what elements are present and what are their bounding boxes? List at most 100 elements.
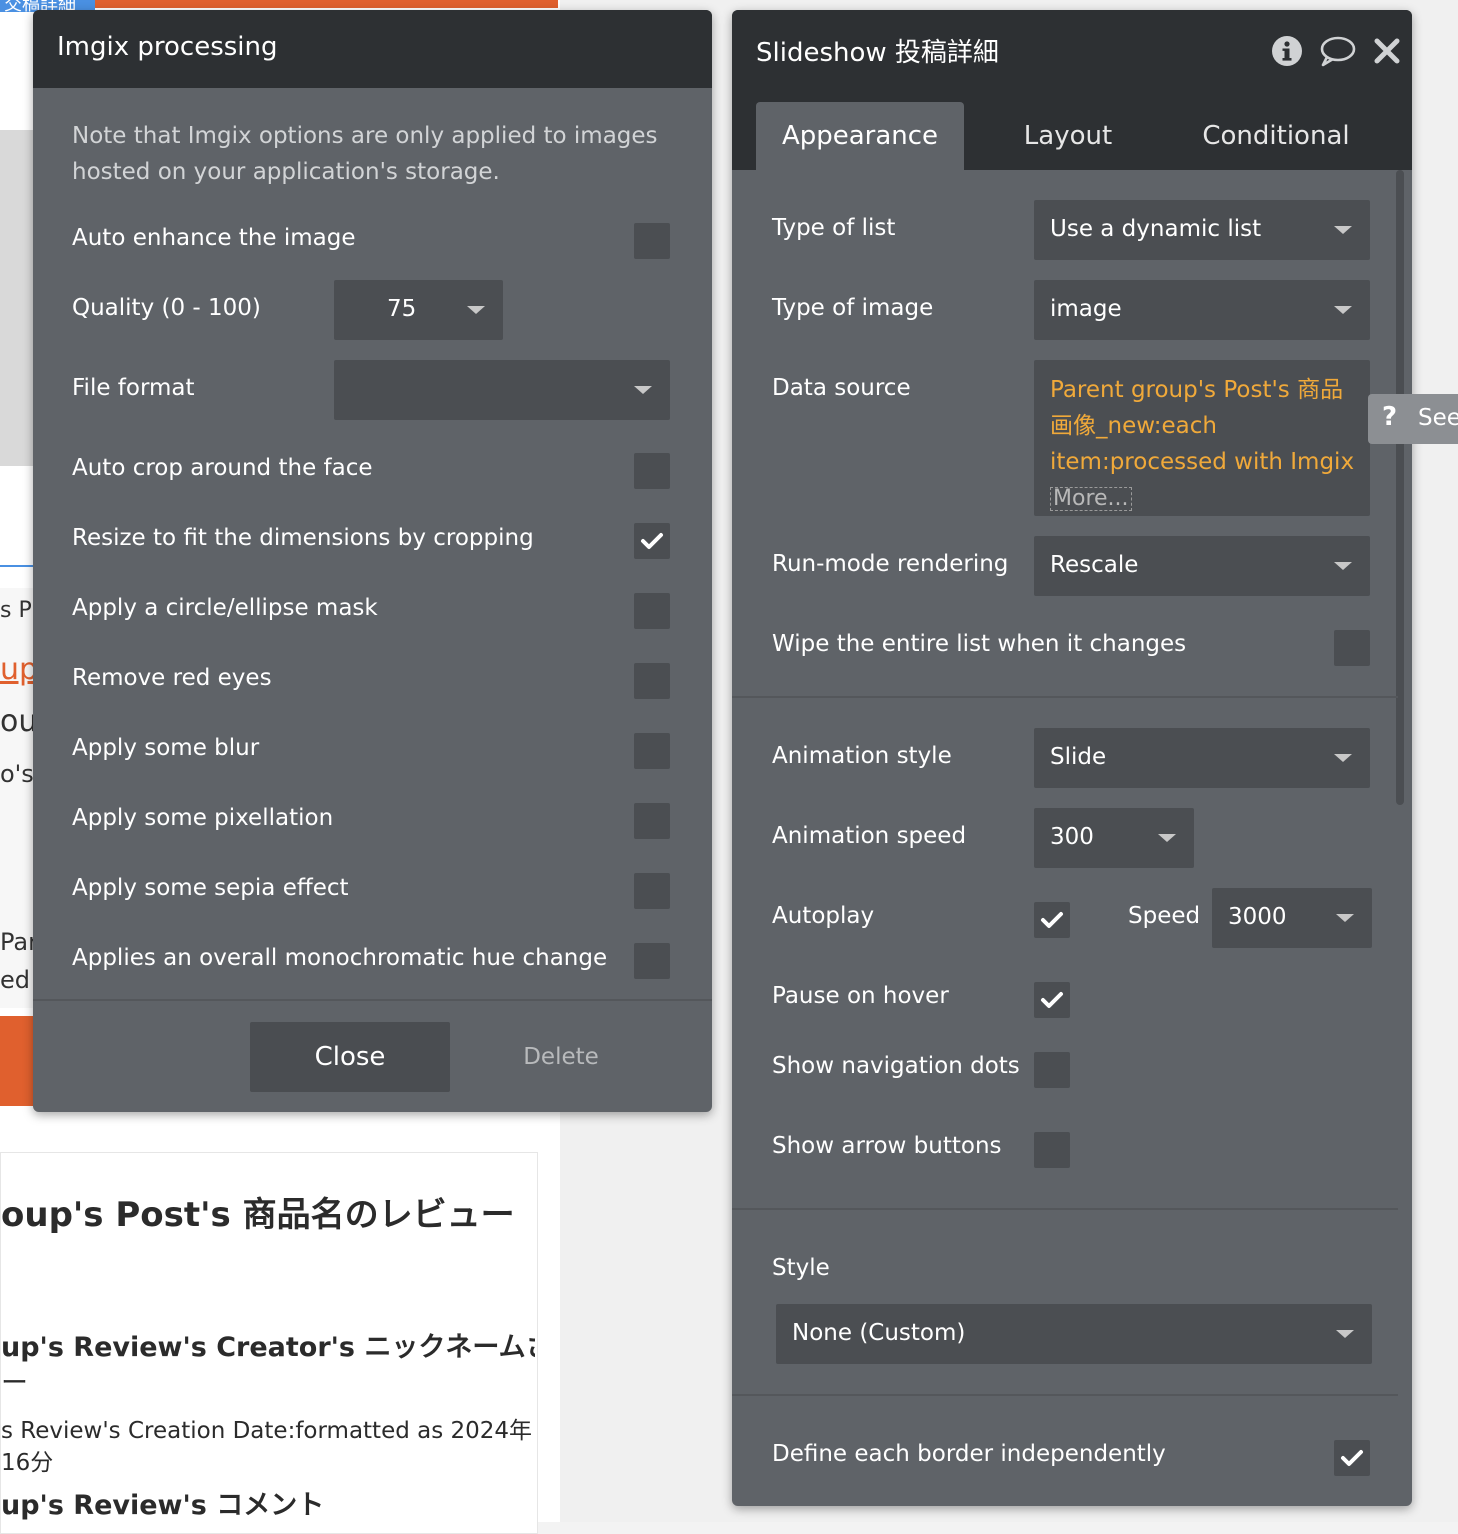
pause-hover-label: Pause on hover — [772, 983, 949, 1009]
nav-dots-label: Show navigation dots — [772, 1053, 1020, 1079]
wipe-list-checkbox[interactable] — [1334, 630, 1370, 666]
autoplay-checkbox[interactable] — [1034, 902, 1070, 938]
arrow-buttons-label: Show arrow buttons — [772, 1133, 1002, 1159]
pixellation-label: Apply some pixellation — [72, 805, 334, 831]
animation-style-value: Slide — [1050, 744, 1107, 770]
chevron-down-icon — [1334, 226, 1352, 234]
wipe-list-label: Wipe the entire list when it changes — [772, 631, 1187, 657]
define-border-label: Define each border independently — [772, 1441, 1166, 1467]
run-mode-label: Run-mode rendering — [772, 551, 1009, 577]
imgix-panel-title: Imgix processing — [57, 32, 278, 62]
section-divider — [732, 1208, 1398, 1210]
see-reference-tab[interactable]: ? See — [1368, 394, 1458, 444]
animation-style-label: Animation style — [772, 743, 952, 769]
delete-button[interactable]: Delete — [491, 1022, 631, 1092]
blur-checkbox[interactable] — [634, 733, 670, 769]
imgix-note: Note that Imgix options are only applied… — [72, 123, 658, 185]
checkmark-icon — [1041, 992, 1063, 1008]
style-value: None (Custom) — [792, 1320, 966, 1346]
red-eyes-label: Remove red eyes — [72, 665, 272, 691]
type-of-list-label: Type of list — [772, 215, 896, 241]
type-of-image-value: image — [1050, 296, 1122, 322]
section-divider — [732, 1394, 1398, 1396]
autoplay-speed-value: 3000 — [1228, 904, 1287, 930]
animation-speed-value: 300 — [1050, 824, 1094, 850]
chevron-down-icon — [1158, 834, 1176, 842]
animation-speed-dropdown[interactable]: 300 — [1034, 808, 1194, 868]
close-button[interactable]: Close — [250, 1022, 450, 1092]
style-label: Style — [772, 1255, 830, 1281]
quality-dropdown[interactable]: 75 — [334, 280, 503, 340]
circle-mask-label: Apply a circle/ellipse mask — [72, 595, 378, 621]
red-eyes-checkbox[interactable] — [634, 663, 670, 699]
nav-dots-checkbox[interactable] — [1034, 1052, 1070, 1088]
pixellation-checkbox[interactable] — [634, 803, 670, 839]
imgix-footer-divider — [33, 999, 712, 1001]
data-source-expression[interactable]: Parent group's Post's 商品画像_new:each item… — [1034, 360, 1370, 516]
autoplay-speed-label: Speed — [1128, 903, 1201, 929]
run-mode-value: Rescale — [1050, 552, 1139, 578]
see-label: See — [1418, 405, 1458, 431]
review-card-dash: ー — [1, 1368, 28, 1399]
close-icon[interactable] — [1370, 34, 1404, 68]
review-card-comment: up's Review's コメント — [1, 1490, 325, 1521]
chevron-down-icon — [467, 306, 485, 314]
chevron-down-icon — [1334, 306, 1352, 314]
review-card: oup's Post's 商品名のレビュー up's Review's Crea… — [0, 1152, 538, 1534]
auto-crop-checkbox[interactable] — [634, 453, 670, 489]
type-of-list-dropdown[interactable]: Use a dynamic list — [1034, 200, 1370, 260]
auto-enhance-checkbox[interactable] — [634, 223, 670, 259]
more-link[interactable]: More... — [1050, 487, 1132, 511]
checkmark-icon — [1341, 1450, 1363, 1466]
animation-speed-label: Animation speed — [772, 823, 967, 849]
autoplay-label: Autoplay — [772, 903, 875, 929]
sepia-label: Apply some sepia effect — [72, 875, 349, 901]
file-format-dropdown[interactable] — [334, 360, 670, 420]
imgix-panel-header[interactable]: Imgix processing — [33, 10, 712, 88]
hue-change-label: Applies an overall monochromatic hue cha… — [72, 945, 608, 971]
quality-label: Quality (0 - 100) — [72, 295, 261, 321]
animation-style-dropdown[interactable]: Slide — [1034, 728, 1370, 788]
tab-appearance[interactable]: Appearance — [756, 102, 964, 170]
chevron-down-icon — [1336, 1330, 1354, 1338]
define-border-checkbox[interactable] — [1334, 1440, 1370, 1476]
chevron-down-icon — [1334, 562, 1352, 570]
review-card-creator: up's Review's Creator's ニックネームさ — [1, 1332, 535, 1363]
review-card-time: 16分 — [1, 1450, 54, 1476]
imgix-processing-panel: Imgix processing Note that Imgix options… — [33, 10, 712, 1112]
tab-conditional[interactable]: Conditional — [1172, 102, 1380, 170]
comment-icon[interactable] — [1318, 34, 1356, 68]
tab-layout[interactable]: Layout — [972, 102, 1164, 170]
type-of-list-value: Use a dynamic list — [1050, 216, 1262, 242]
type-of-image-dropdown[interactable]: image — [1034, 280, 1370, 340]
review-card-title: oup's Post's 商品名のレビュー — [1, 1195, 515, 1235]
run-mode-dropdown[interactable]: Rescale — [1034, 536, 1370, 596]
file-format-label: File format — [72, 375, 195, 401]
question-icon: ? — [1382, 402, 1398, 432]
data-source-value: Parent group's Post's 商品画像_new:each item… — [1050, 372, 1360, 516]
property-tabs: Appearance Layout Conditional — [732, 88, 1412, 170]
hue-change-checkbox[interactable] — [634, 943, 670, 979]
data-source-text: Parent group's Post's 商品画像_new:each item… — [1050, 377, 1355, 475]
chevron-down-icon — [1334, 754, 1352, 762]
autoplay-speed-dropdown[interactable]: 3000 — [1212, 888, 1372, 948]
page-header-bar — [95, 0, 558, 8]
type-of-image-label: Type of image — [772, 295, 934, 321]
checkmark-icon — [1041, 912, 1063, 928]
checkmark-icon — [641, 533, 663, 549]
info-icon[interactable] — [1270, 34, 1304, 68]
pause-hover-checkbox[interactable] — [1034, 982, 1070, 1018]
section-divider — [732, 696, 1398, 698]
auto-enhance-label: Auto enhance the image — [72, 225, 356, 251]
slideshow-panel-header[interactable]: Slideshow 投稿詳細 — [732, 10, 1412, 88]
panel-scrollbar[interactable] — [1396, 170, 1404, 805]
circle-mask-checkbox[interactable] — [634, 593, 670, 629]
review-card-date: s Review's Creation Date:formatted as 20… — [1, 1418, 533, 1444]
auto-crop-label: Auto crop around the face — [72, 455, 373, 481]
sepia-checkbox[interactable] — [634, 873, 670, 909]
blur-label: Apply some blur — [72, 735, 260, 761]
arrow-buttons-checkbox[interactable] — [1034, 1132, 1070, 1168]
slideshow-property-editor: Slideshow 投稿詳細 Appearance Layout Conditi… — [732, 10, 1412, 1506]
resize-crop-checkbox[interactable] — [634, 523, 670, 559]
style-dropdown[interactable]: None (Custom) — [776, 1304, 1372, 1364]
